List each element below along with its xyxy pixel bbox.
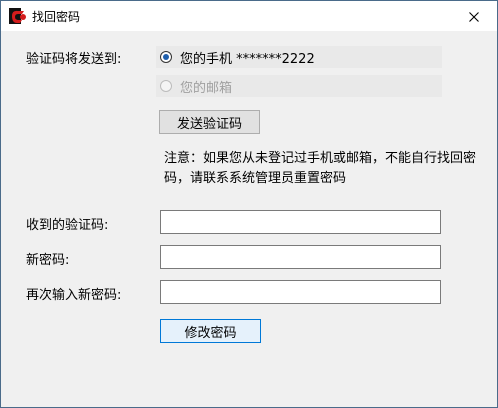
confirm-password-label: 再次输入新密码:	[26, 288, 122, 303]
phone-radio[interactable]	[160, 51, 172, 63]
close-icon	[469, 7, 479, 26]
code-label: 收到的验证码:	[26, 218, 109, 233]
window-title: 找回密码	[32, 10, 81, 24]
phone-option[interactable]: 您的手机 *******2222	[156, 46, 442, 68]
verification-code-input[interactable]	[160, 210, 441, 234]
reset-password-window: 找回密码 验证码将发送到: 您的手机 *******2222 您的邮箱 发送验证…	[0, 0, 498, 408]
new-password-input[interactable]	[160, 245, 441, 269]
form-panel: 验证码将发送到: 您的手机 *******2222 您的邮箱 发送验证码 注意：…	[1, 31, 497, 407]
send-to-label: 验证码将发送到:	[26, 52, 122, 67]
title-bar[interactable]: 找回密码	[1, 1, 497, 31]
phone-option-label: 您的手机 *******2222	[180, 51, 315, 67]
email-option: 您的邮箱	[156, 75, 442, 97]
email-option-label: 您的邮箱	[180, 80, 233, 96]
change-password-button[interactable]: 修改密码	[160, 319, 261, 343]
app-logo-icon	[8, 7, 28, 25]
notice-text: 注意：如果您从未登记过手机或邮箱，不能自行找回密码，请联系系统管理员重置密码	[164, 151, 477, 186]
close-button[interactable]	[451, 1, 497, 31]
send-code-button[interactable]: 发送验证码	[159, 110, 260, 134]
confirm-password-input[interactable]	[160, 280, 441, 304]
new-password-label: 新密码:	[26, 253, 70, 268]
email-radio	[160, 80, 172, 92]
